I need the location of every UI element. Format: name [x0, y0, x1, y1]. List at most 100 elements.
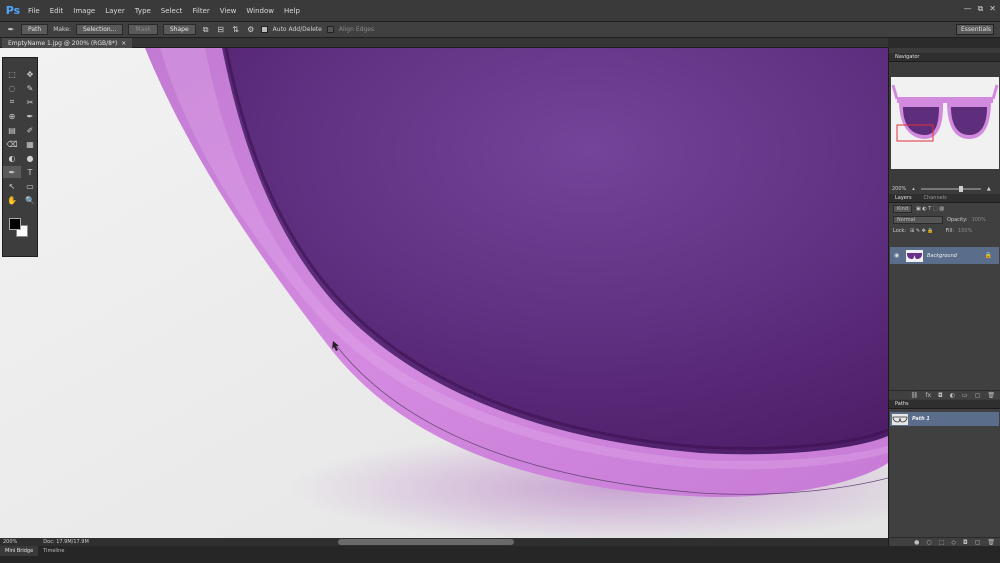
canvas-image: [0, 48, 888, 538]
menu-image[interactable]: Image: [68, 7, 100, 15]
zoom-in-icon[interactable]: ▲: [987, 186, 991, 192]
tab-paths[interactable]: Paths: [892, 401, 912, 407]
document-tab-bar: EmptyName 1.jpg @ 200% (RGB/8*) ×: [0, 38, 888, 48]
layer-filter-kind[interactable]: Kind: [893, 204, 913, 213]
path-select-tool-icon[interactable]: ↖: [3, 180, 21, 192]
gear-icon[interactable]: ⚙: [246, 25, 256, 35]
opacity-value[interactable]: 100%: [972, 217, 986, 223]
filter-icons[interactable]: ▣ ◐ T ⬚ ▨: [916, 206, 944, 212]
path-thumbnail: [892, 413, 908, 425]
group-icon[interactable]: ▭: [962, 392, 968, 399]
path-operations-icon[interactable]: ⧉: [201, 25, 211, 35]
menu-type[interactable]: Type: [130, 7, 156, 15]
document-tab[interactable]: EmptyName 1.jpg @ 200% (RGB/8*) ×: [2, 38, 133, 48]
auto-add-delete-checkbox[interactable]: [260, 26, 268, 33]
window-controls: — ⧉ ✕: [964, 4, 996, 14]
align-edges-checkbox[interactable]: [326, 26, 334, 33]
adjustment-icon[interactable]: ◐: [950, 392, 955, 399]
eraser-tool-icon[interactable]: ⌫: [3, 138, 21, 150]
add-mask-icon[interactable]: ◘: [938, 392, 943, 399]
tab-layers[interactable]: Layers: [892, 195, 915, 201]
eye-icon[interactable]: ◉: [894, 252, 902, 259]
gradient-tool-icon[interactable]: ▦: [21, 138, 39, 150]
menu-select[interactable]: Select: [156, 7, 188, 15]
tab-channels[interactable]: Channels: [921, 195, 950, 201]
stamp-tool-icon[interactable]: ▤: [3, 124, 21, 136]
add-mask-path-icon[interactable]: ◘: [963, 539, 968, 546]
align-edges-label: Align Edges: [338, 26, 375, 33]
menu-filter[interactable]: Filter: [187, 7, 214, 15]
minimize-icon[interactable]: —: [964, 4, 972, 14]
navigator-preview[interactable]: [891, 77, 999, 169]
restore-icon[interactable]: ⧉: [978, 4, 984, 14]
tool-mode-select[interactable]: Path: [21, 24, 49, 35]
status-bar: 200% Doc: 17.9M/17.9M: [0, 538, 888, 546]
navigator-thumbnail: [891, 77, 999, 169]
hand-tool-icon[interactable]: ✋: [3, 194, 21, 206]
quick-select-tool-icon[interactable]: ✎: [21, 82, 39, 94]
brush-tool-icon[interactable]: ✒: [21, 110, 39, 122]
mask-button[interactable]: Mask: [128, 24, 158, 35]
menu-file[interactable]: File: [23, 7, 45, 15]
lock-label: Lock:: [893, 227, 907, 234]
link-layers-icon[interactable]: ⛓: [911, 392, 919, 399]
navigator-zoom-value[interactable]: 200%: [892, 186, 906, 192]
menu-bar: Ps File Edit Image Layer Type Select Fil…: [0, 0, 1000, 22]
pen-tool-icon[interactable]: ✒: [6, 25, 16, 35]
history-brush-icon[interactable]: ✐: [21, 124, 39, 136]
make-work-path-icon[interactable]: ◇: [951, 539, 956, 546]
selection-button[interactable]: Selection...: [76, 24, 124, 35]
fill-value[interactable]: 100%: [958, 228, 972, 234]
blend-row: Normal Opacity: 100%: [889, 214, 1000, 225]
layer-row-background[interactable]: ◉ Background 🔒: [890, 247, 999, 264]
menu-window[interactable]: Window: [241, 7, 279, 15]
load-selection-icon[interactable]: ⬚: [939, 539, 945, 546]
paths-panel: Paths Path 1 ● ○ ⬚ ◇ ◘ ▢ 🗑: [889, 400, 1000, 546]
type-tool-icon[interactable]: T: [21, 166, 39, 178]
menu-view[interactable]: View: [215, 7, 242, 15]
zoom-tool-icon[interactable]: 🔍: [21, 194, 39, 206]
layers-footer: ⛓ fx ◘ ◐ ▭ ▢ 🗑: [889, 390, 1000, 399]
healing-tool-icon[interactable]: ⊕: [3, 110, 21, 122]
shape-tool-icon[interactable]: ▭: [21, 180, 39, 192]
layer-filter-row: Kind ▣ ◐ T ⬚ ▨: [889, 203, 1000, 214]
tab-mini-bridge[interactable]: Mini Bridge: [0, 546, 39, 556]
close-icon[interactable]: ✕: [989, 4, 996, 14]
shape-button[interactable]: Shape: [162, 24, 196, 35]
crop-tool-icon[interactable]: ⌗: [3, 96, 21, 108]
zoom-out-icon[interactable]: ▴: [912, 186, 915, 192]
document-canvas[interactable]: [0, 48, 888, 538]
menu-edit[interactable]: Edit: [45, 7, 69, 15]
new-layer-icon[interactable]: ▢: [975, 392, 981, 399]
paths-header: Paths: [889, 400, 1000, 409]
photoshop-logo: Ps: [5, 4, 21, 17]
tools-panel: ⬚ ✥ ◌ ✎ ⌗ ✂ ⊕ ✒ ▤ ✐ ⌫ ▦ ◐ ● ✒ T ↖ ▭ ✋ 🔍: [2, 57, 38, 257]
stroke-path-icon[interactable]: ○: [926, 539, 931, 546]
fill-path-icon[interactable]: ●: [914, 539, 919, 546]
path-row[interactable]: Path 1: [890, 412, 999, 426]
lasso-tool-icon[interactable]: ◌: [3, 82, 21, 94]
zoom-level[interactable]: 200%: [3, 539, 17, 545]
navigator-zoom-slider[interactable]: [920, 185, 981, 192]
foreground-color-swatch[interactable]: [9, 218, 21, 230]
workspace-switcher[interactable]: Essentials: [956, 24, 994, 35]
trash-path-icon[interactable]: 🗑: [987, 539, 995, 546]
blur-tool-icon[interactable]: ◐: [3, 152, 21, 164]
dodge-tool-icon[interactable]: ●: [21, 152, 39, 164]
tab-timeline[interactable]: Timeline: [38, 546, 69, 556]
menu-layer[interactable]: Layer: [100, 7, 130, 15]
marquee-tool-icon[interactable]: ⬚: [3, 68, 21, 80]
tab-navigator[interactable]: Navigator: [892, 54, 922, 60]
lock-icons[interactable]: ⊞ ✎ ✥ 🔒: [910, 228, 934, 234]
trash-icon[interactable]: 🗑: [987, 392, 995, 399]
menu-help[interactable]: Help: [279, 7, 305, 15]
new-path-icon[interactable]: ▢: [975, 539, 981, 546]
blend-mode-select[interactable]: Normal: [893, 215, 943, 224]
slice-tool-icon[interactable]: ✂: [21, 96, 39, 108]
pen-tool-icon[interactable]: ✒: [3, 166, 21, 178]
path-arrangement-icon[interactable]: ⇅: [231, 25, 241, 35]
fx-icon[interactable]: fx: [925, 392, 931, 399]
move-tool-icon[interactable]: ✥: [21, 68, 39, 80]
path-alignment-icon[interactable]: ⊟: [216, 25, 226, 35]
close-tab-icon[interactable]: ×: [121, 40, 126, 47]
